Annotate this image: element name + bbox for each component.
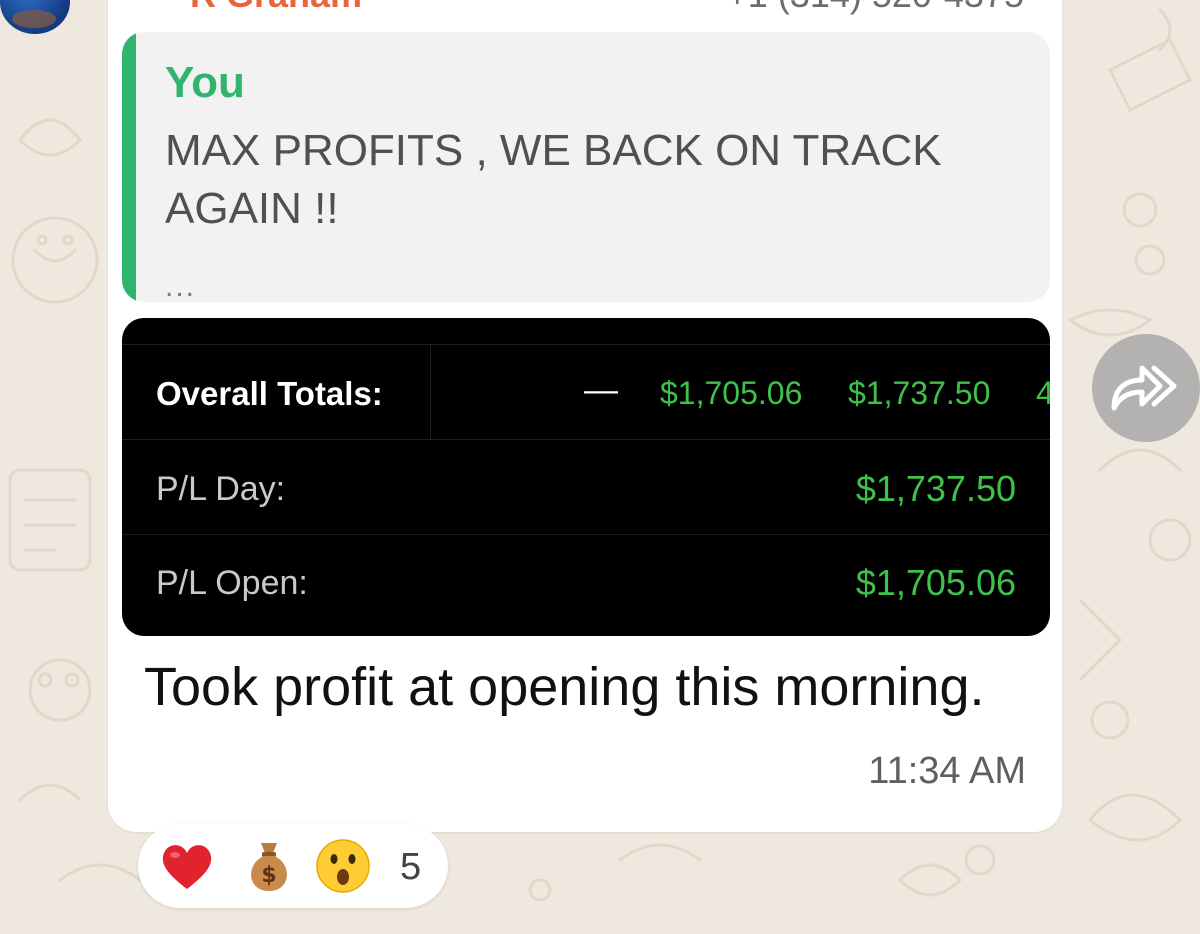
surprised-face-emoji-icon — [316, 839, 370, 893]
forward-button[interactable] — [1092, 334, 1200, 442]
overall-totals-label: Overall Totals: — [156, 375, 383, 412]
quote-accent-bar — [122, 32, 136, 302]
sender-phone: +1 (314) 520-4375 — [727, 0, 1024, 16]
overall-totals-row: Overall Totals: — $1,705.06 $1,737.50 4 — [122, 344, 1050, 440]
sender-name[interactable]: R Graham — [190, 0, 362, 16]
overall-value: $1,705.06 — [660, 375, 803, 411]
overall-value: 4 — [1036, 375, 1050, 411]
reaction-count: 5 — [400, 846, 422, 888]
quote-author: You — [165, 58, 245, 107]
quoted-message[interactable]: You MAX PROFITS , WE BACK ON TRACK AGAIN… — [122, 32, 1050, 302]
pl-open-row: P/L Open: $1,705.06 — [122, 534, 1050, 628]
forward-arrows-icon — [1111, 365, 1177, 411]
column-divider — [430, 345, 431, 439]
message-text: Took profit at opening this morning. — [144, 657, 985, 717]
money-bag-emoji-icon: $ — [251, 843, 287, 891]
heart-emoji-icon — [162, 845, 212, 889]
pl-open-value: $1,705.06 — [855, 562, 1016, 603]
pl-open-label: P/L Open: — [156, 564, 308, 602]
quote-text: MAX PROFITS , WE BACK ON TRACK AGAIN !! — [165, 126, 942, 233]
reactions-pill[interactable]: $ 5 — [138, 824, 448, 908]
message-timestamp: 11:34 AM — [868, 750, 1026, 792]
svg-text:$: $ — [261, 863, 276, 888]
quote-more: ... — [165, 270, 197, 302]
pl-day-row: P/L Day: $1,737.50 — [122, 440, 1050, 535]
overall-dash: — — [584, 371, 618, 409]
attached-screenshot[interactable]: Overall Totals: — $1,705.06 $1,737.50 4 … — [122, 318, 1050, 636]
overall-value: $1,737.50 — [848, 375, 991, 411]
pl-day-value: $1,737.50 — [855, 468, 1016, 509]
pl-day-label: P/L Day: — [156, 470, 286, 508]
